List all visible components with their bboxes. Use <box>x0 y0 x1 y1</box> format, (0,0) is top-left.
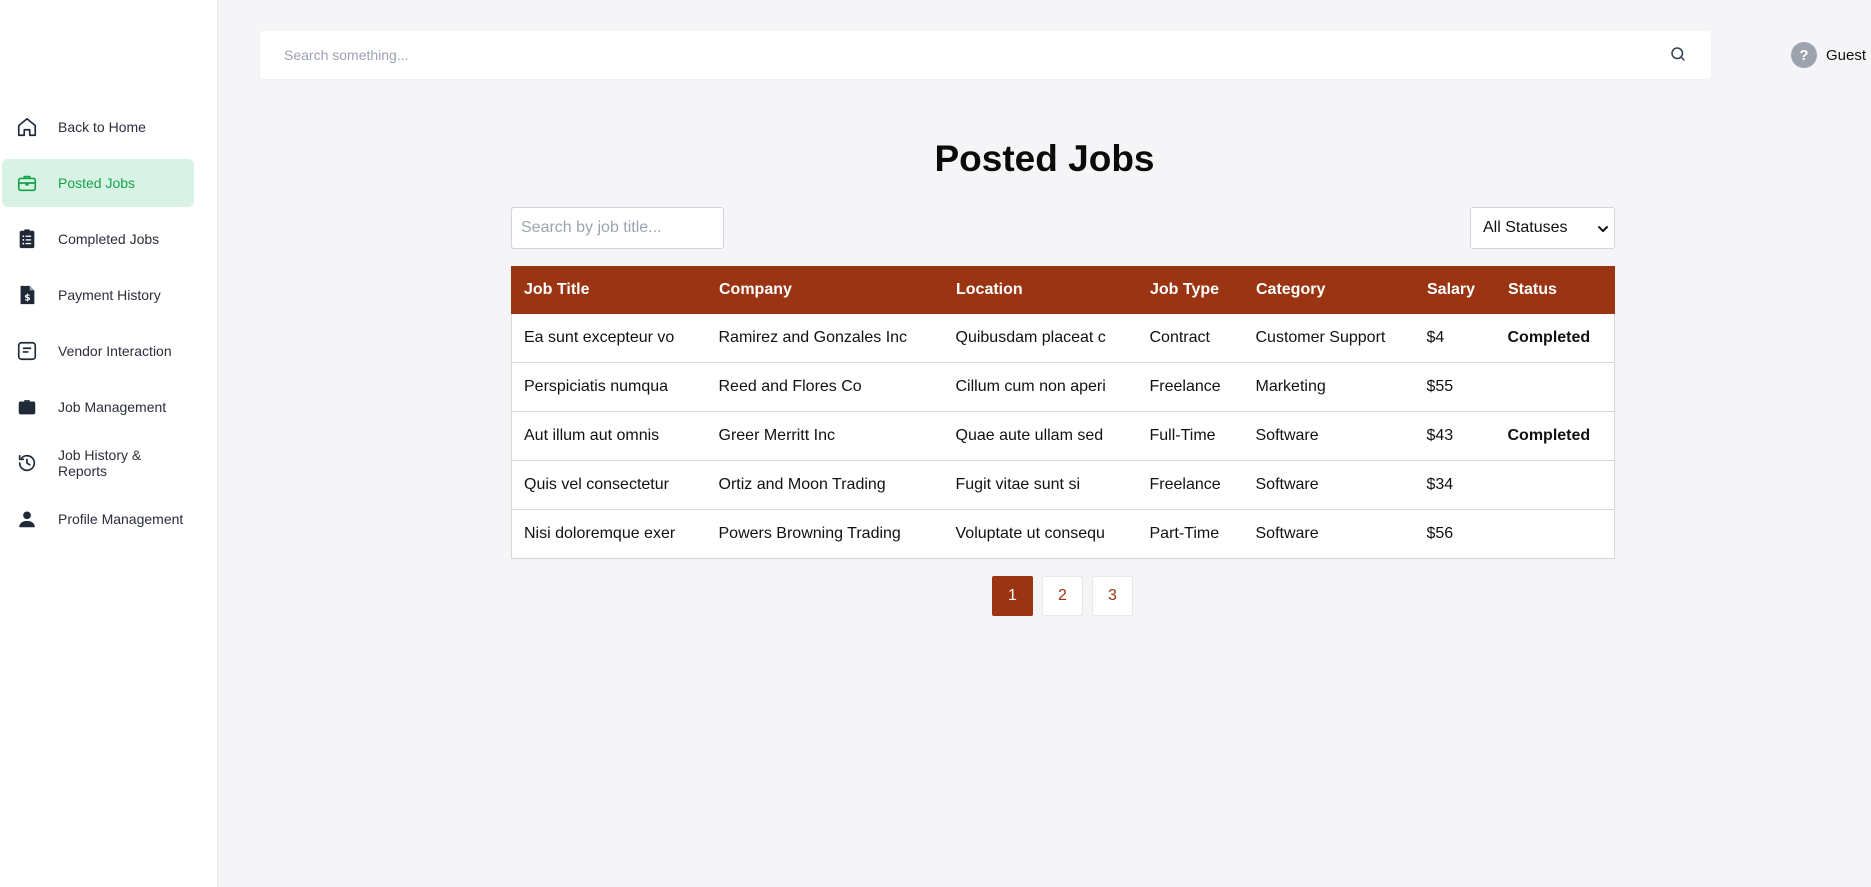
briefcase-icon <box>14 170 40 196</box>
cell-company: Ramirez and Gonzales Inc <box>706 313 944 363</box>
cell-company: Reed and Flores Co <box>706 362 944 412</box>
cell-location: Cillum cum non aperi <box>943 362 1138 412</box>
svg-text:$: $ <box>24 293 30 304</box>
column-header-job-type: Job Type <box>1137 266 1244 314</box>
user-menu[interactable]: ? Guest <box>1791 42 1866 68</box>
sidebar-item-label: Posted Jobs <box>58 175 136 191</box>
cell-salary: $43 <box>1414 411 1496 461</box>
cell-location: Fugit vitae sunt si <box>943 460 1138 510</box>
page-button-1[interactable]: 1 <box>992 576 1033 616</box>
cell-status <box>1495 460 1615 510</box>
column-header-location: Location <box>943 266 1138 314</box>
cell-job-type: Part-Time <box>1137 509 1244 559</box>
cell-status <box>1495 362 1615 412</box>
cell-location: Quibusdam placeat c <box>943 313 1138 363</box>
column-header-salary: Salary <box>1414 266 1496 314</box>
cell-job-title: Quis vel consectetur <box>511 460 707 510</box>
cell-category: Software <box>1243 411 1415 461</box>
cell-job-title: Aut illum aut omnis <box>511 411 707 461</box>
sidebar-item-label: Completed Jobs <box>58 231 160 247</box>
table-row[interactable]: Ea sunt excepteur vo Ramirez and Gonzale… <box>511 313 1615 363</box>
sidebar-item-back-to-home[interactable]: Back to Home <box>2 103 194 151</box>
column-header-category: Category <box>1243 266 1415 314</box>
cell-category: Software <box>1243 460 1415 510</box>
search-icon[interactable] <box>1669 45 1689 65</box>
cell-job-type: Freelance <box>1137 460 1244 510</box>
cell-salary: $34 <box>1414 460 1496 510</box>
cell-company: Ortiz and Moon Trading <box>706 460 944 510</box>
cell-category: Marketing <box>1243 362 1415 412</box>
column-header-job-title: Job Title <box>511 266 707 314</box>
cell-status <box>1495 509 1615 559</box>
page-title: Posted Jobs <box>934 138 1155 179</box>
cell-job-type: Contract <box>1137 313 1244 363</box>
sidebar-item-label: Back to Home <box>58 119 146 135</box>
cell-status: Completed <box>1495 313 1615 363</box>
user-icon <box>14 506 40 532</box>
table-row[interactable]: Aut illum aut omnis Greer Merritt Inc Qu… <box>511 411 1615 461</box>
sidebar-item-label: Job History & Reports <box>57 447 142 479</box>
cell-salary: $55 <box>1414 362 1496 412</box>
column-header-company: Company <box>706 266 944 314</box>
clipboard-list-icon <box>14 226 40 252</box>
jobs-table: Job Title Company Location Job Type Cate… <box>511 266 1615 559</box>
cell-job-type: Freelance <box>1137 362 1244 412</box>
status-filter-value: All Statuses <box>1483 219 1568 236</box>
cell-category: Software <box>1243 509 1415 559</box>
column-header-status: Status <box>1495 266 1615 314</box>
cell-location: Voluptate ut consequ <box>943 509 1138 559</box>
page-button-3[interactable]: 3 <box>1092 576 1133 616</box>
user-name: Guest <box>1826 46 1867 64</box>
pagination: 1 2 3 <box>992 576 1133 616</box>
cell-company: Powers Browning Trading <box>706 509 944 559</box>
sidebar-item-profile-management[interactable]: Profile Management <box>2 495 194 543</box>
sidebar-item-completed-jobs[interactable]: Completed Jobs <box>2 215 194 263</box>
job-title-search-input[interactable] <box>511 207 724 249</box>
sidebar-item-label: Vendor Interaction <box>58 343 172 359</box>
sidebar-item-job-management[interactable]: Job Management <box>2 383 194 431</box>
global-search-bar <box>260 31 1711 79</box>
cell-status: Completed <box>1495 411 1615 461</box>
sidebar-item-payment-history[interactable]: $ Payment History <box>2 271 194 319</box>
sidebar-item-label: Job Management <box>58 399 167 415</box>
table-header-row: Job Title Company Location Job Type Cate… <box>511 266 1615 314</box>
cell-salary: $4 <box>1414 313 1496 363</box>
cell-job-title: Perspiciatis numqua <box>511 362 707 412</box>
cell-company: Greer Merritt Inc <box>706 411 944 461</box>
table-row[interactable]: Nisi doloremque exer Powers Browning Tra… <box>511 509 1615 559</box>
cell-job-title: Ea sunt excepteur vo <box>511 313 707 363</box>
status-filter-select[interactable]: All Statuses <box>1470 207 1615 249</box>
cell-job-type: Full-Time <box>1137 411 1244 461</box>
help-icon: ? <box>1799 46 1809 64</box>
cell-category: Customer Support <box>1243 313 1415 363</box>
chevron-down-icon <box>1596 220 1610 238</box>
sidebar: Back to Home Posted Jobs Completed Jobs … <box>0 0 218 887</box>
sidebar-item-vendor-interaction[interactable]: Vendor Interaction <box>2 327 194 375</box>
avatar[interactable]: ? <box>1791 42 1817 68</box>
message-square-icon <box>14 338 40 364</box>
history-icon <box>14 450 40 476</box>
sidebar-item-label: Profile Management <box>58 511 184 527</box>
page-button-2[interactable]: 2 <box>1042 576 1083 616</box>
sidebar-item-job-history-reports[interactable]: Job History & Reports <box>2 439 194 487</box>
table-row[interactable]: Perspiciatis numqua Reed and Flores Co C… <box>511 362 1615 412</box>
cell-job-title: Nisi doloremque exer <box>511 509 707 559</box>
sidebar-item-posted-jobs[interactable]: Posted Jobs <box>2 159 194 207</box>
table-row[interactable]: Quis vel consectetur Ortiz and Moon Trad… <box>511 460 1615 510</box>
cell-salary: $56 <box>1414 509 1496 559</box>
sidebar-item-label: Payment History <box>58 287 161 303</box>
home-icon <box>14 114 40 140</box>
file-dollar-icon: $ <box>14 282 40 308</box>
global-search-input[interactable] <box>284 47 1669 63</box>
cell-location: Quae aute ullam sed <box>943 411 1138 461</box>
briefcase-solid-icon <box>14 394 40 420</box>
